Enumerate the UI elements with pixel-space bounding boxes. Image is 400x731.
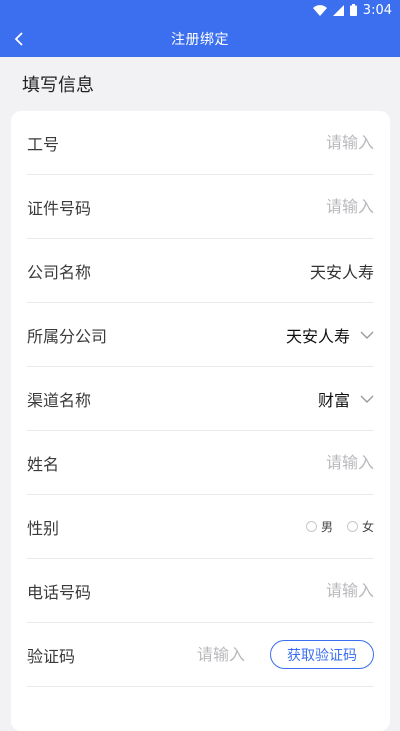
phone-input[interactable] [214,581,374,600]
gender-option-female[interactable]: 女 [346,518,374,535]
id-number-row: 证件号码 [27,175,374,239]
company-label: 公司名称 [27,262,92,282]
channel-row: 渠道名称 财富 [27,367,374,431]
employee-id-label: 工号 [27,134,60,154]
form-card: 工号 证件号码 公司名称 天安人寿 所属分公司 天安人寿 渠道名称 财富 姓名 [11,111,390,731]
company-value: 天安人寿 [309,262,374,282]
branch-value: 天安人寿 [285,326,350,346]
name-input[interactable] [214,453,374,472]
name-label: 姓名 [27,454,60,474]
get-code-button[interactable]: 获取验证码 [270,640,374,669]
name-row: 姓名 [27,431,374,495]
battery-icon [349,4,357,16]
company-row: 公司名称 天安人寿 [27,239,374,303]
back-button[interactable] [8,20,30,57]
section-title: 填写信息 [22,75,94,96]
verify-code-label: 验证码 [27,646,76,666]
chevron-down-icon [360,395,374,403]
channel-label: 渠道名称 [27,390,92,410]
chevron-left-icon [14,31,23,46]
branch-label: 所属分公司 [27,326,108,346]
cell-signal-icon [332,4,344,16]
gender-option-female-label: 女 [361,520,374,534]
gender-option-male-label: 男 [320,520,333,534]
branch-row: 所属分公司 天安人寿 [27,303,374,367]
verify-code-input[interactable] [186,645,256,664]
branch-select[interactable]: 天安人寿 [286,323,374,347]
employee-id-row: 工号 [27,111,374,175]
verify-code-wrap: 获取验证码 [186,640,374,669]
radio-circle-icon [346,521,358,532]
navbar: 注册绑定 [0,20,400,57]
status-time: 3:04 [362,2,392,18]
gender-radio-group: 男 女 [305,518,374,535]
gender-label: 性别 [27,518,60,538]
phone-label: 电话号码 [27,582,92,602]
employee-id-input[interactable] [214,133,374,152]
verify-code-row: 验证码 获取验证码 [27,623,374,687]
chevron-down-icon [360,331,374,339]
phone-row: 电话号码 [27,559,374,623]
page-title: 注册绑定 [171,31,229,48]
channel-value: 财富 [317,390,350,410]
gender-row: 性别 男 女 [27,495,374,559]
status-bar: 3:04 [0,0,400,20]
channel-select[interactable]: 财富 [318,387,374,411]
id-number-label: 证件号码 [27,198,92,218]
id-number-input[interactable] [214,197,374,216]
wifi-icon [312,4,327,16]
radio-circle-icon [305,521,317,532]
gender-option-male[interactable]: 男 [305,518,333,535]
